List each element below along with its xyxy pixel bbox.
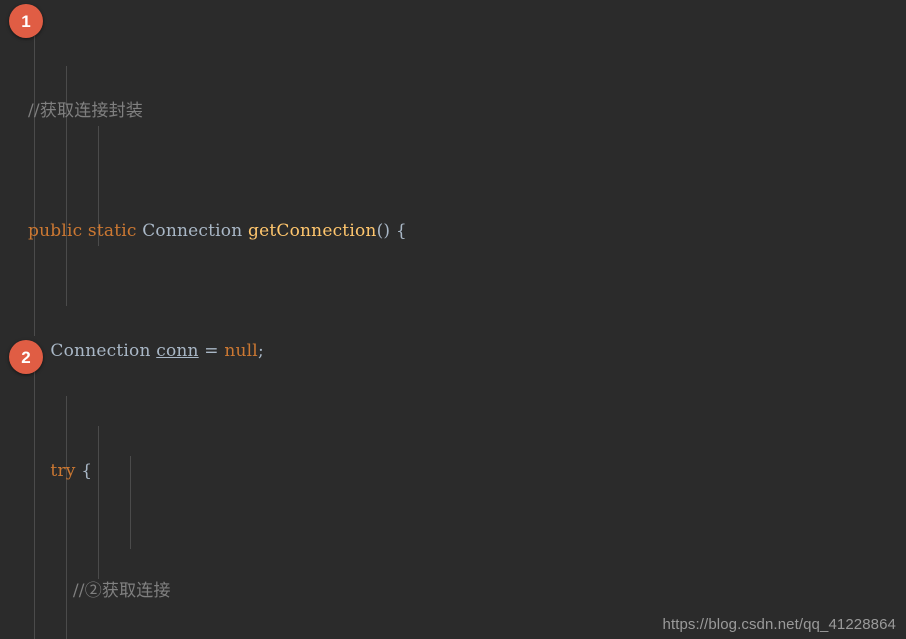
token-brace-open: {	[395, 221, 407, 241]
token-operator-assign: =	[204, 341, 219, 361]
token-comment: //获取连接封装	[28, 101, 144, 121]
token-var-conn: conn	[156, 341, 199, 361]
code-block[interactable]: //获取连接封装 public static Connection getCon…	[0, 0, 906, 639]
annotation-badge-1: 1	[9, 4, 43, 38]
watermark-url: https://blog.csdn.net/qq_41228864	[662, 616, 896, 633]
token-method-getconnection: getConnection	[248, 221, 377, 241]
token-type-connection: Connection	[50, 341, 151, 361]
code-line: public static Connection getConnection()…	[0, 216, 906, 246]
annotation-badge-2: 2	[9, 340, 43, 374]
token-keyword-public: public	[28, 221, 83, 241]
code-line: try {	[0, 456, 906, 486]
token-keyword-try: try	[50, 461, 76, 481]
code-line: //获取连接封装	[0, 96, 906, 126]
token-parens: ()	[376, 221, 391, 241]
token-comment: //②获取连接	[72, 581, 171, 601]
token-literal-null: null	[224, 341, 258, 361]
code-line: Connection conn = null;	[0, 336, 906, 366]
token-keyword-static: static	[87, 221, 137, 241]
token-semicolon: ;	[257, 341, 264, 361]
token-brace-open: {	[81, 461, 93, 481]
code-editor-surface: //获取连接封装 public static Connection getCon…	[0, 0, 906, 639]
code-line: //②获取连接	[0, 576, 906, 606]
token-type-connection: Connection	[142, 221, 243, 241]
